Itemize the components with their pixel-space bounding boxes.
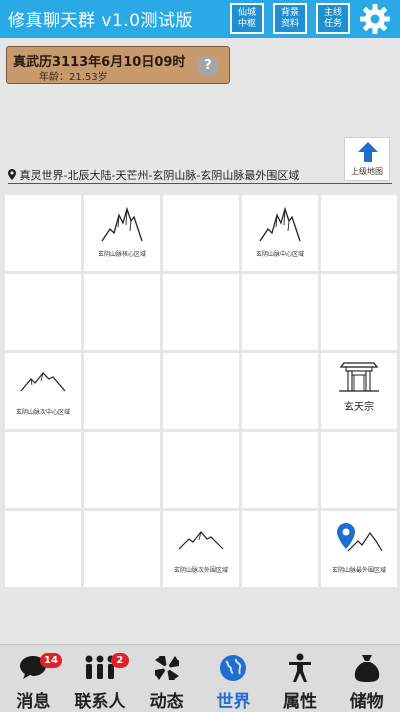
- map-cell[interactable]: [5, 274, 81, 350]
- current-location-mountain-icon: [337, 523, 383, 552]
- map-cell-sub-outer-region[interactable]: 玄阴山脉次外围区域: [163, 511, 239, 587]
- nav-messages[interactable]: 14 消息: [0, 645, 67, 712]
- map-cell[interactable]: [242, 274, 318, 350]
- nav-label: 世界: [216, 692, 251, 712]
- map-cell[interactable]: [242, 353, 318, 429]
- map-cell[interactable]: [84, 274, 160, 350]
- mountain-icon: [259, 206, 301, 242]
- map-cell-label: 玄阴山脉中心区域: [255, 251, 304, 258]
- map-cell[interactable]: [242, 511, 318, 587]
- moments-icon: [154, 656, 179, 680]
- map-pin-icon: [8, 169, 16, 180]
- map-cell[interactable]: [321, 274, 397, 350]
- unread-badge: 2: [110, 653, 129, 668]
- parent-map-button[interactable]: 上级地图: [344, 137, 390, 181]
- city-hub-button[interactable]: 仙城中枢: [230, 3, 264, 34]
- nav-label: 动态: [149, 692, 184, 712]
- hill-icon: [178, 531, 224, 550]
- nav-label: 消息: [16, 692, 51, 712]
- nav-storage[interactable]: 储物: [333, 645, 400, 712]
- map-cell[interactable]: [5, 432, 81, 508]
- main-quest-button[interactable]: 主线任务: [316, 3, 350, 34]
- map-cell-label: 玄阴山脉次外围区域: [173, 567, 228, 574]
- nav-moments[interactable]: 动态: [133, 645, 200, 712]
- top-bar: 修真聊天群 v1.0测试版 仙城中枢 背景资料 主线任务: [0, 0, 400, 38]
- map-cell[interactable]: [242, 432, 318, 508]
- map-cell[interactable]: [5, 511, 81, 587]
- date-panel: 真武历3113年6月10日09时 年龄：21.53岁 ?: [6, 46, 230, 84]
- background-info-button[interactable]: 背景资料: [273, 3, 307, 34]
- map-cell-label: 玄阴山脉最外围区域: [331, 567, 386, 574]
- parent-map-label: 上级地图: [351, 167, 383, 176]
- map-cell-xuantian-sect[interactable]: 玄天宗: [321, 353, 397, 429]
- world-map-grid: 玄阴山脉核心区域 玄阴山脉中心区域 玄阴山脉次中心区域 玄天宗 玄阴山脉次外围区…: [5, 195, 397, 590]
- map-cell-label: 玄阴山脉核心区域: [97, 251, 146, 258]
- divider: [8, 183, 392, 184]
- bottom-navigation: 14 消息 2 联系人 动态 世界 属性 储物: [0, 644, 400, 712]
- world-icon: [220, 655, 247, 681]
- location-path-text: 真灵世界-北辰大陆-天芒州-玄阴山脉-玄阴山脉最外围区域: [19, 169, 300, 182]
- map-cell-core-region[interactable]: 玄阴山脉核心区域: [84, 195, 160, 271]
- map-cell-sub-center-region[interactable]: 玄阴山脉次中心区域: [5, 353, 81, 429]
- map-cell[interactable]: [163, 274, 239, 350]
- nav-label: 储物: [349, 692, 384, 712]
- age-text: 年龄：21.53岁: [39, 72, 108, 83]
- map-cell[interactable]: [321, 432, 397, 508]
- map-cell[interactable]: [5, 195, 81, 271]
- gear-icon[interactable]: [358, 2, 392, 36]
- map-cell[interactable]: [163, 432, 239, 508]
- person-icon: [289, 653, 312, 682]
- map-cell[interactable]: [163, 195, 239, 271]
- location-path: 真灵世界-北辰大陆-天芒州-玄阴山脉-玄阴山脉最外围区域: [8, 167, 299, 183]
- app-title: 修真聊天群 v1.0测试版: [8, 11, 193, 31]
- map-cell[interactable]: [321, 195, 397, 271]
- sect-gate-icon: [339, 362, 379, 392]
- nav-world[interactable]: 世界: [200, 645, 267, 712]
- unread-badge: 14: [40, 653, 62, 668]
- hill-icon: [20, 372, 66, 392]
- map-cell[interactable]: [84, 511, 160, 587]
- nav-contacts[interactable]: 2 联系人: [67, 645, 134, 712]
- map-cell-label: 玄阴山脉次中心区域: [15, 409, 70, 416]
- bag-icon: [354, 655, 379, 682]
- map-cell[interactable]: [84, 432, 160, 508]
- nav-label: 联系人: [74, 692, 126, 712]
- nav-label: 属性: [283, 692, 318, 712]
- map-cell[interactable]: [163, 353, 239, 429]
- map-cell-center-region[interactable]: 玄阴山脉中心区域: [242, 195, 318, 271]
- mountain-icon: [101, 206, 143, 242]
- map-cell[interactable]: [84, 353, 160, 429]
- map-cell-label: 玄天宗: [344, 402, 374, 413]
- help-button[interactable]: ?: [197, 55, 219, 77]
- map-cell-outermost-region[interactable]: 玄阴山脉最外围区域: [321, 511, 397, 587]
- arrow-up-icon: [358, 142, 378, 162]
- nav-attributes[interactable]: 属性: [267, 645, 334, 712]
